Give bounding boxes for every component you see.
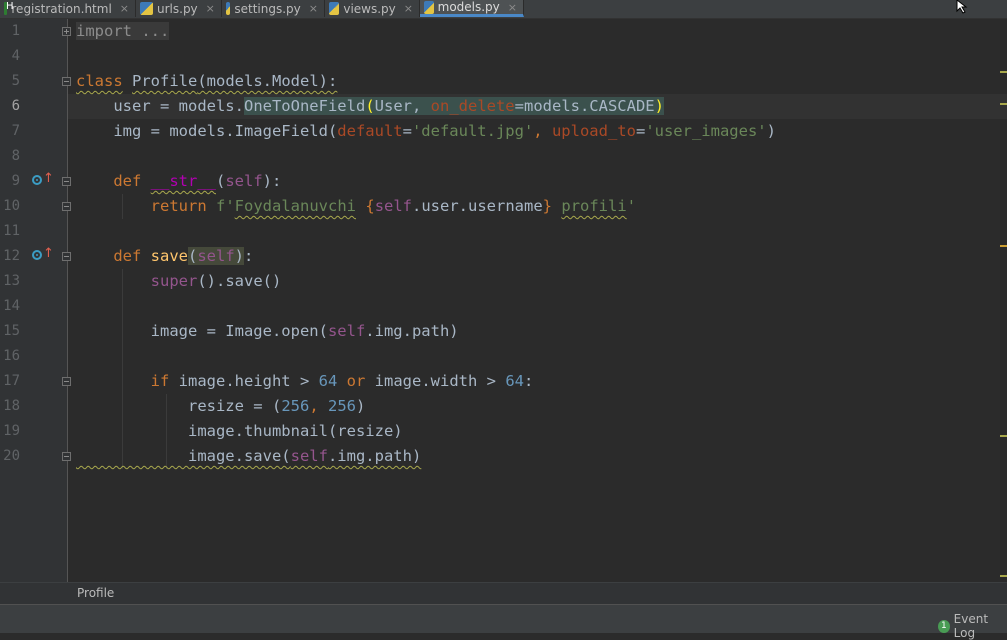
editor-tab-bar: registration.html × urls.py × settings.p… <box>0 0 1007 19</box>
code-line-17: if image.height > 64 or image.width > 64… <box>150 372 534 390</box>
close-icon[interactable]: × <box>309 2 318 15</box>
tab-models-py[interactable]: models.py × <box>420 0 524 17</box>
fold-expand-icon[interactable] <box>62 27 71 36</box>
warning-marker[interactable] <box>1000 575 1007 577</box>
python-file-icon <box>329 2 340 15</box>
line-number: 1 <box>11 23 20 39</box>
line-number: 16 <box>3 348 20 364</box>
line-number: 6 <box>11 98 20 114</box>
editor-gutter: 1 4 5 6 7 8 9 10 11 12 13 14 15 16 17 18… <box>0 19 68 582</box>
status-bar: 1 Event Log <box>0 604 1007 640</box>
code-line-18: resize = (256, 256) <box>76 397 366 415</box>
line-number: 20 <box>3 448 20 464</box>
line-number: 12 <box>3 248 20 264</box>
fold-collapse-icon[interactable] <box>62 377 71 386</box>
line-number: 18 <box>3 398 20 414</box>
html-file-icon <box>4 1 15 15</box>
code-line-7: img = models.ImageField(default='default… <box>76 122 776 140</box>
line-number: 8 <box>11 148 20 164</box>
line-number: 19 <box>3 423 20 439</box>
tab-registration-html[interactable]: registration.html × <box>0 0 136 17</box>
line-number: 7 <box>11 123 20 139</box>
event-count-badge: 1 <box>938 619 950 633</box>
line-number: 13 <box>3 273 20 289</box>
code-editor[interactable]: 1 4 5 6 7 8 9 10 11 12 13 14 15 16 17 18… <box>0 19 1007 582</box>
code-line-9: def __str__(self): <box>113 172 282 190</box>
fold-collapse-icon[interactable] <box>62 252 71 261</box>
line-number: 15 <box>3 323 20 339</box>
python-file-icon <box>140 2 153 15</box>
fold-collapse-icon[interactable] <box>62 452 71 461</box>
code-line-19: image.thumbnail(resize) <box>76 422 403 440</box>
line-number: 4 <box>11 48 20 64</box>
tab-views-py[interactable]: views.py × <box>325 0 420 17</box>
tab-label: urls.py <box>157 1 198 16</box>
override-method-icon[interactable]: ↑ <box>32 246 54 263</box>
line-number: 14 <box>3 298 20 314</box>
code-line-6: user = models.OneToOneField(User, on_del… <box>76 97 664 115</box>
code-line-1: import ... <box>76 19 170 44</box>
code-line-15: image = Image.open(self.img.path) <box>76 322 459 340</box>
python-file-icon <box>226 2 231 15</box>
warning-marker[interactable] <box>1000 71 1007 73</box>
tab-label: settings.py <box>234 1 301 16</box>
code-line-12: def save(self): <box>113 247 254 265</box>
code-line-20: image.save(self.img.path) <box>76 447 422 465</box>
breadcrumb-item-profile[interactable]: Profile <box>77 586 114 600</box>
fold-collapse-icon[interactable] <box>62 202 71 211</box>
line-number: 17 <box>3 373 20 389</box>
tab-label: registration.html <box>11 1 112 16</box>
line-number: 5 <box>11 73 20 89</box>
line-number: 10 <box>3 198 20 214</box>
line-number: 11 <box>3 223 20 239</box>
code-line-13: super().save() <box>150 272 282 290</box>
warning-marker[interactable] <box>1000 103 1007 105</box>
tab-urls-py[interactable]: urls.py × <box>136 0 222 17</box>
tab-settings-py[interactable]: settings.py × <box>222 0 325 17</box>
tab-label: models.py <box>437 0 500 14</box>
event-log-label: Event Log <box>953 612 989 640</box>
close-icon[interactable]: × <box>404 2 413 15</box>
line-number: 9 <box>11 173 20 189</box>
close-icon[interactable]: × <box>508 1 517 14</box>
warning-marker[interactable] <box>1000 435 1007 437</box>
override-method-icon[interactable]: ↑ <box>32 171 54 188</box>
folded-imports[interactable]: import ... <box>76 22 170 40</box>
fold-collapse-icon[interactable] <box>62 77 71 86</box>
breadcrumb: Profile <box>0 582 1007 604</box>
close-icon[interactable]: × <box>206 2 215 15</box>
tab-label: views.py <box>343 1 396 16</box>
code-line-5: class Profile(models.Model): <box>76 72 338 90</box>
warning-marker[interactable] <box>1000 245 1007 247</box>
mouse-cursor-icon <box>956 0 968 14</box>
close-icon[interactable]: × <box>120 2 129 15</box>
python-file-icon <box>424 0 434 14</box>
event-log-button[interactable]: 1 Event Log <box>938 612 1007 640</box>
code-line-10: return f'Foydalanuvchi {self.user.userna… <box>150 197 637 215</box>
fold-collapse-icon[interactable] <box>62 177 71 186</box>
